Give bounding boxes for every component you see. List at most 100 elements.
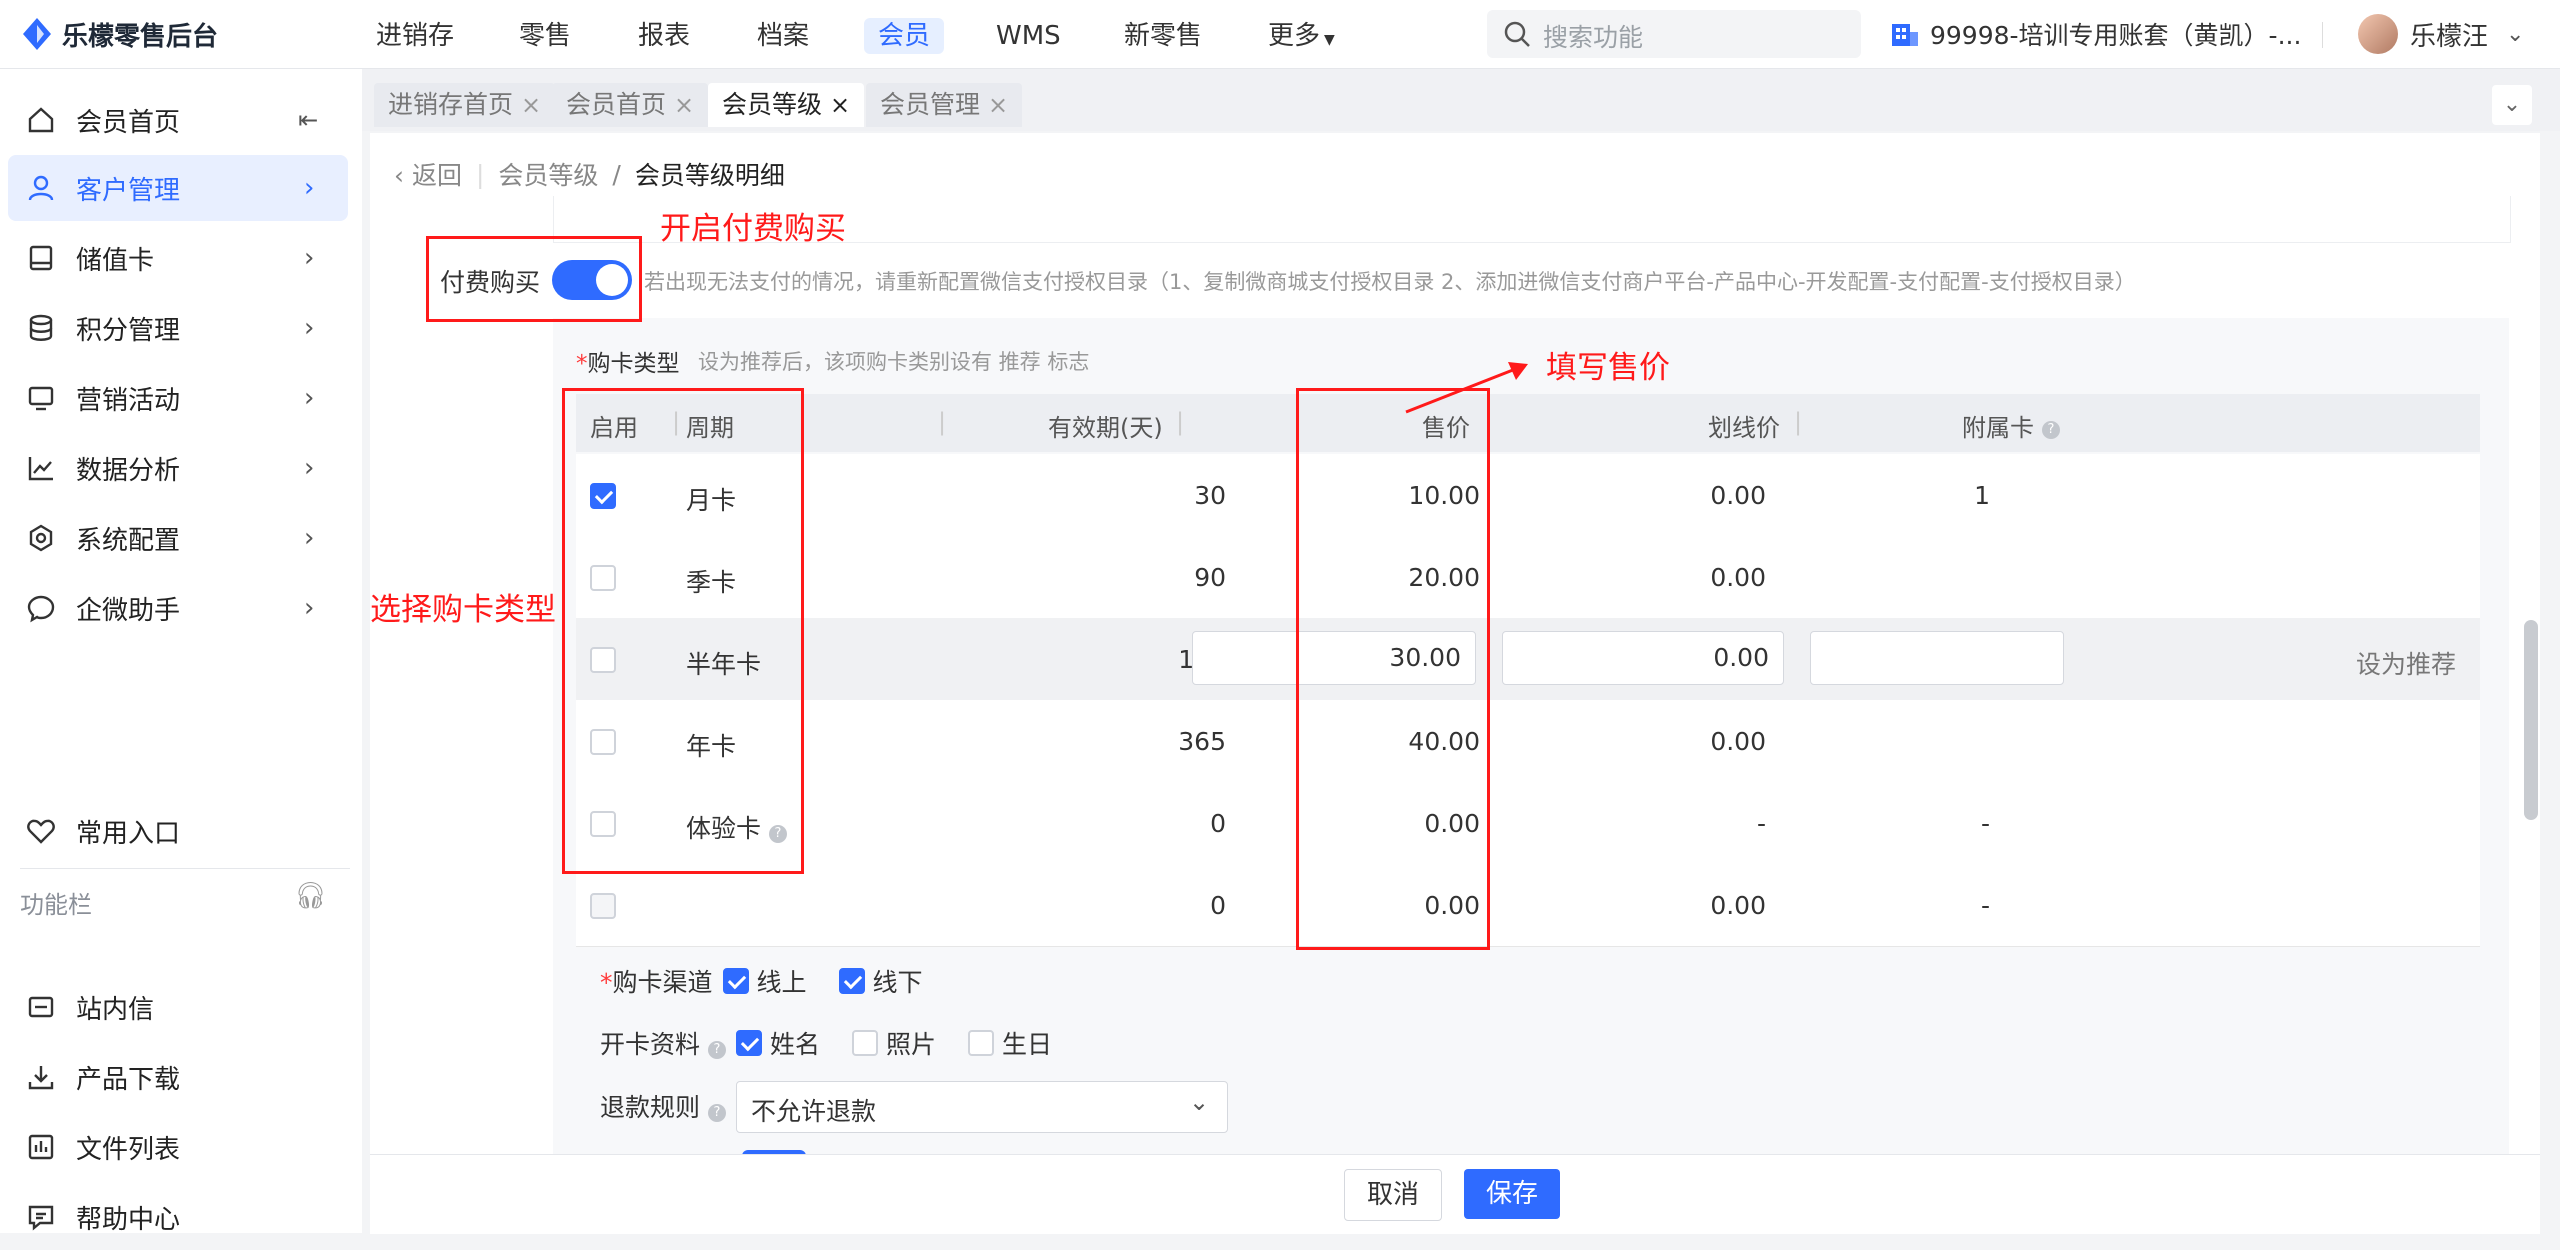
topnav-retail[interactable]: 零售 [519,18,571,54]
refund-rule-select[interactable]: 不允许退款 ⌄ [736,1081,1228,1133]
card-type-hint: 设为推荐后，该项购卡类别设有 推荐 标志 [698,350,1090,374]
cancel-button[interactable]: 取消 [1344,1169,1443,1221]
topnav-archive[interactable]: 档案 [757,18,809,54]
open-info-photo-checkbox[interactable]: 照片 [851,1025,936,1061]
sidebar-item-points[interactable]: 积分管理 › [0,295,350,361]
open-info-birthday-checkbox[interactable]: 生日 [968,1025,1052,1061]
message-icon [24,990,58,1024]
option-label: 线上 [756,968,807,997]
required-mark: * [576,351,588,377]
account-switcher[interactable]: 99998-培训专用账套（黄凯）-... [1890,14,2301,54]
sidebar-item-label: 积分管理 [76,315,181,346]
topnav-purchase-sales[interactable]: 进销存 [376,18,454,54]
help-center-icon [24,1200,58,1234]
sidebar-item-stored-value-card[interactable]: 储值卡 › [0,225,350,291]
back-link[interactable]: ‹ 返回 [394,156,462,192]
chevron-right-icon: › [304,173,315,203]
topnav-reports[interactable]: 报表 [638,18,690,54]
sidebar-item-data-analysis[interactable]: 数据分析 › [0,435,350,501]
close-icon[interactable]: × [830,91,850,119]
option-label: 生日 [1002,1030,1053,1059]
sidebar-item-customer-management[interactable]: 客户管理 › [8,155,348,221]
column-divider: | [1176,408,1185,436]
help-icon[interactable]: ? [707,1104,726,1122]
save-button[interactable]: 保存 [1464,1169,1561,1219]
sidebar-item-marketing[interactable]: 营销活动 › [0,365,350,431]
sub-card-input[interactable] [1810,631,2064,685]
cell-list-price: 0.00 [1710,481,1766,510]
card-icon [24,241,58,275]
channel-label: *购卡渠道 [600,963,713,999]
column-divider: | [1794,408,1803,436]
search-icon [1504,21,1530,47]
sidebar-item-file-list[interactable]: 文件列表 [0,1114,350,1180]
open-info-name-checkbox[interactable]: 姓名 [735,1025,820,1061]
topnav-more[interactable]: 更多 ▼ [1268,18,1335,54]
tab-dropdown-icon[interactable]: ⌄ [2492,85,2532,125]
headset-icon[interactable]: 🎧︎ [294,881,327,911]
row-enable-checkbox[interactable] [590,893,616,919]
collapse-sidebar-icon[interactable]: ⇤ [298,106,318,134]
close-icon[interactable]: × [521,91,541,119]
brand-icon [23,18,51,50]
channel-online-checkbox[interactable]: 线上 [722,963,807,999]
top-bar: 乐檬零售后台 进销存 零售 报表 档案 会员 WMS 新零售 更多 ▼ 搜索功能 … [0,0,2560,69]
option-label: 照片 [885,1030,936,1059]
channel-offline-checkbox[interactable]: 线下 [838,963,923,999]
chevron-down-icon: ⌄ [2506,21,2525,47]
sidebar-item-favorites[interactable]: 常用入口 [0,798,350,864]
file-list-icon [24,1130,58,1164]
annotation-select-type: 选择购卡类型 [370,592,556,628]
brand-name: 乐檬零售后台 [62,21,219,52]
tab-member-management[interactable]: 会员管理 × [866,83,1023,127]
tab-member-home[interactable]: 会员首页 × [552,83,709,127]
column-header-list-price: 划线价 [1708,414,1780,442]
topnav-more-label: 更多 [1268,21,1321,51]
topnav-member[interactable]: 会员 [864,18,945,54]
sidebar-item-label: 数据分析 [76,455,181,486]
cell-list-price: 0.00 [1710,727,1766,756]
topnav-new-retail[interactable]: 新零售 [1124,18,1202,54]
topnav-wms[interactable]: WMS [996,18,1061,54]
tab-purchase-sales-home[interactable]: 进销存首页 × [374,83,556,127]
sidebar-item-product-download[interactable]: 产品下载 [0,1044,350,1110]
list-price-input[interactable]: 0.00 [1502,631,1784,685]
breadcrumb-separator: / [612,159,621,189]
sidebar-item-wecom-assistant[interactable]: 企微助手 › [0,575,350,641]
brand-logo[interactable]: 乐檬零售后台 [22,14,218,54]
help-icon[interactable]: ? [2042,411,2060,439]
checkbox-box [735,1030,762,1056]
set-recommended-link[interactable]: 设为推荐 [2356,645,2456,681]
function-bar-label: 功能栏 [20,891,92,919]
cell-days: 30 [1194,481,1226,510]
sidebar-item-member-home[interactable]: 会员首页 ⇤ [0,87,350,153]
sidebar-item-help-center[interactable]: 帮助中心 [0,1184,350,1250]
column-header-sub-card: 附属卡 [1962,414,2034,442]
building-icon [1892,24,1918,46]
refund-label: 退款规则 ? [600,1088,726,1124]
close-icon[interactable]: × [674,91,694,119]
checkbox-box [838,968,865,994]
chat-icon [24,591,58,625]
search-input[interactable]: 搜索功能 [1487,10,1861,58]
tab-member-level[interactable]: 会员等级 × [708,83,865,127]
user-menu[interactable]: 乐檬汪 ⌄ [2358,10,2524,58]
close-icon[interactable]: × [988,91,1008,119]
column-divider: | [938,408,947,436]
breadcrumb-parent[interactable]: 会员等级 [498,156,598,192]
previous-section-edge [553,196,2511,243]
sidebar-item-label: 企微助手 [76,595,181,626]
sidebar-item-system-config[interactable]: 系统配置 › [0,505,350,571]
user-icon [24,171,58,205]
checkbox-box [851,1030,878,1056]
sidebar-item-label: 营销活动 [76,385,181,416]
search-placeholder: 搜索功能 [1543,23,1644,52]
divider [2322,22,2323,48]
required-mark: * [600,968,613,997]
option-label: 线下 [872,968,923,997]
sidebar-item-inbox[interactable]: 站内信 [0,974,350,1040]
help-icon[interactable]: ? [707,1041,726,1059]
vertical-scrollbar[interactable] [2524,620,2538,820]
payment-notice: 若出现无法支付的情况，请重新配置微信支付授权目录（1、复制微商城支付授权目录 2… [644,270,2136,294]
table-row: 季卡 90 20.00 0.00 [576,536,2480,619]
